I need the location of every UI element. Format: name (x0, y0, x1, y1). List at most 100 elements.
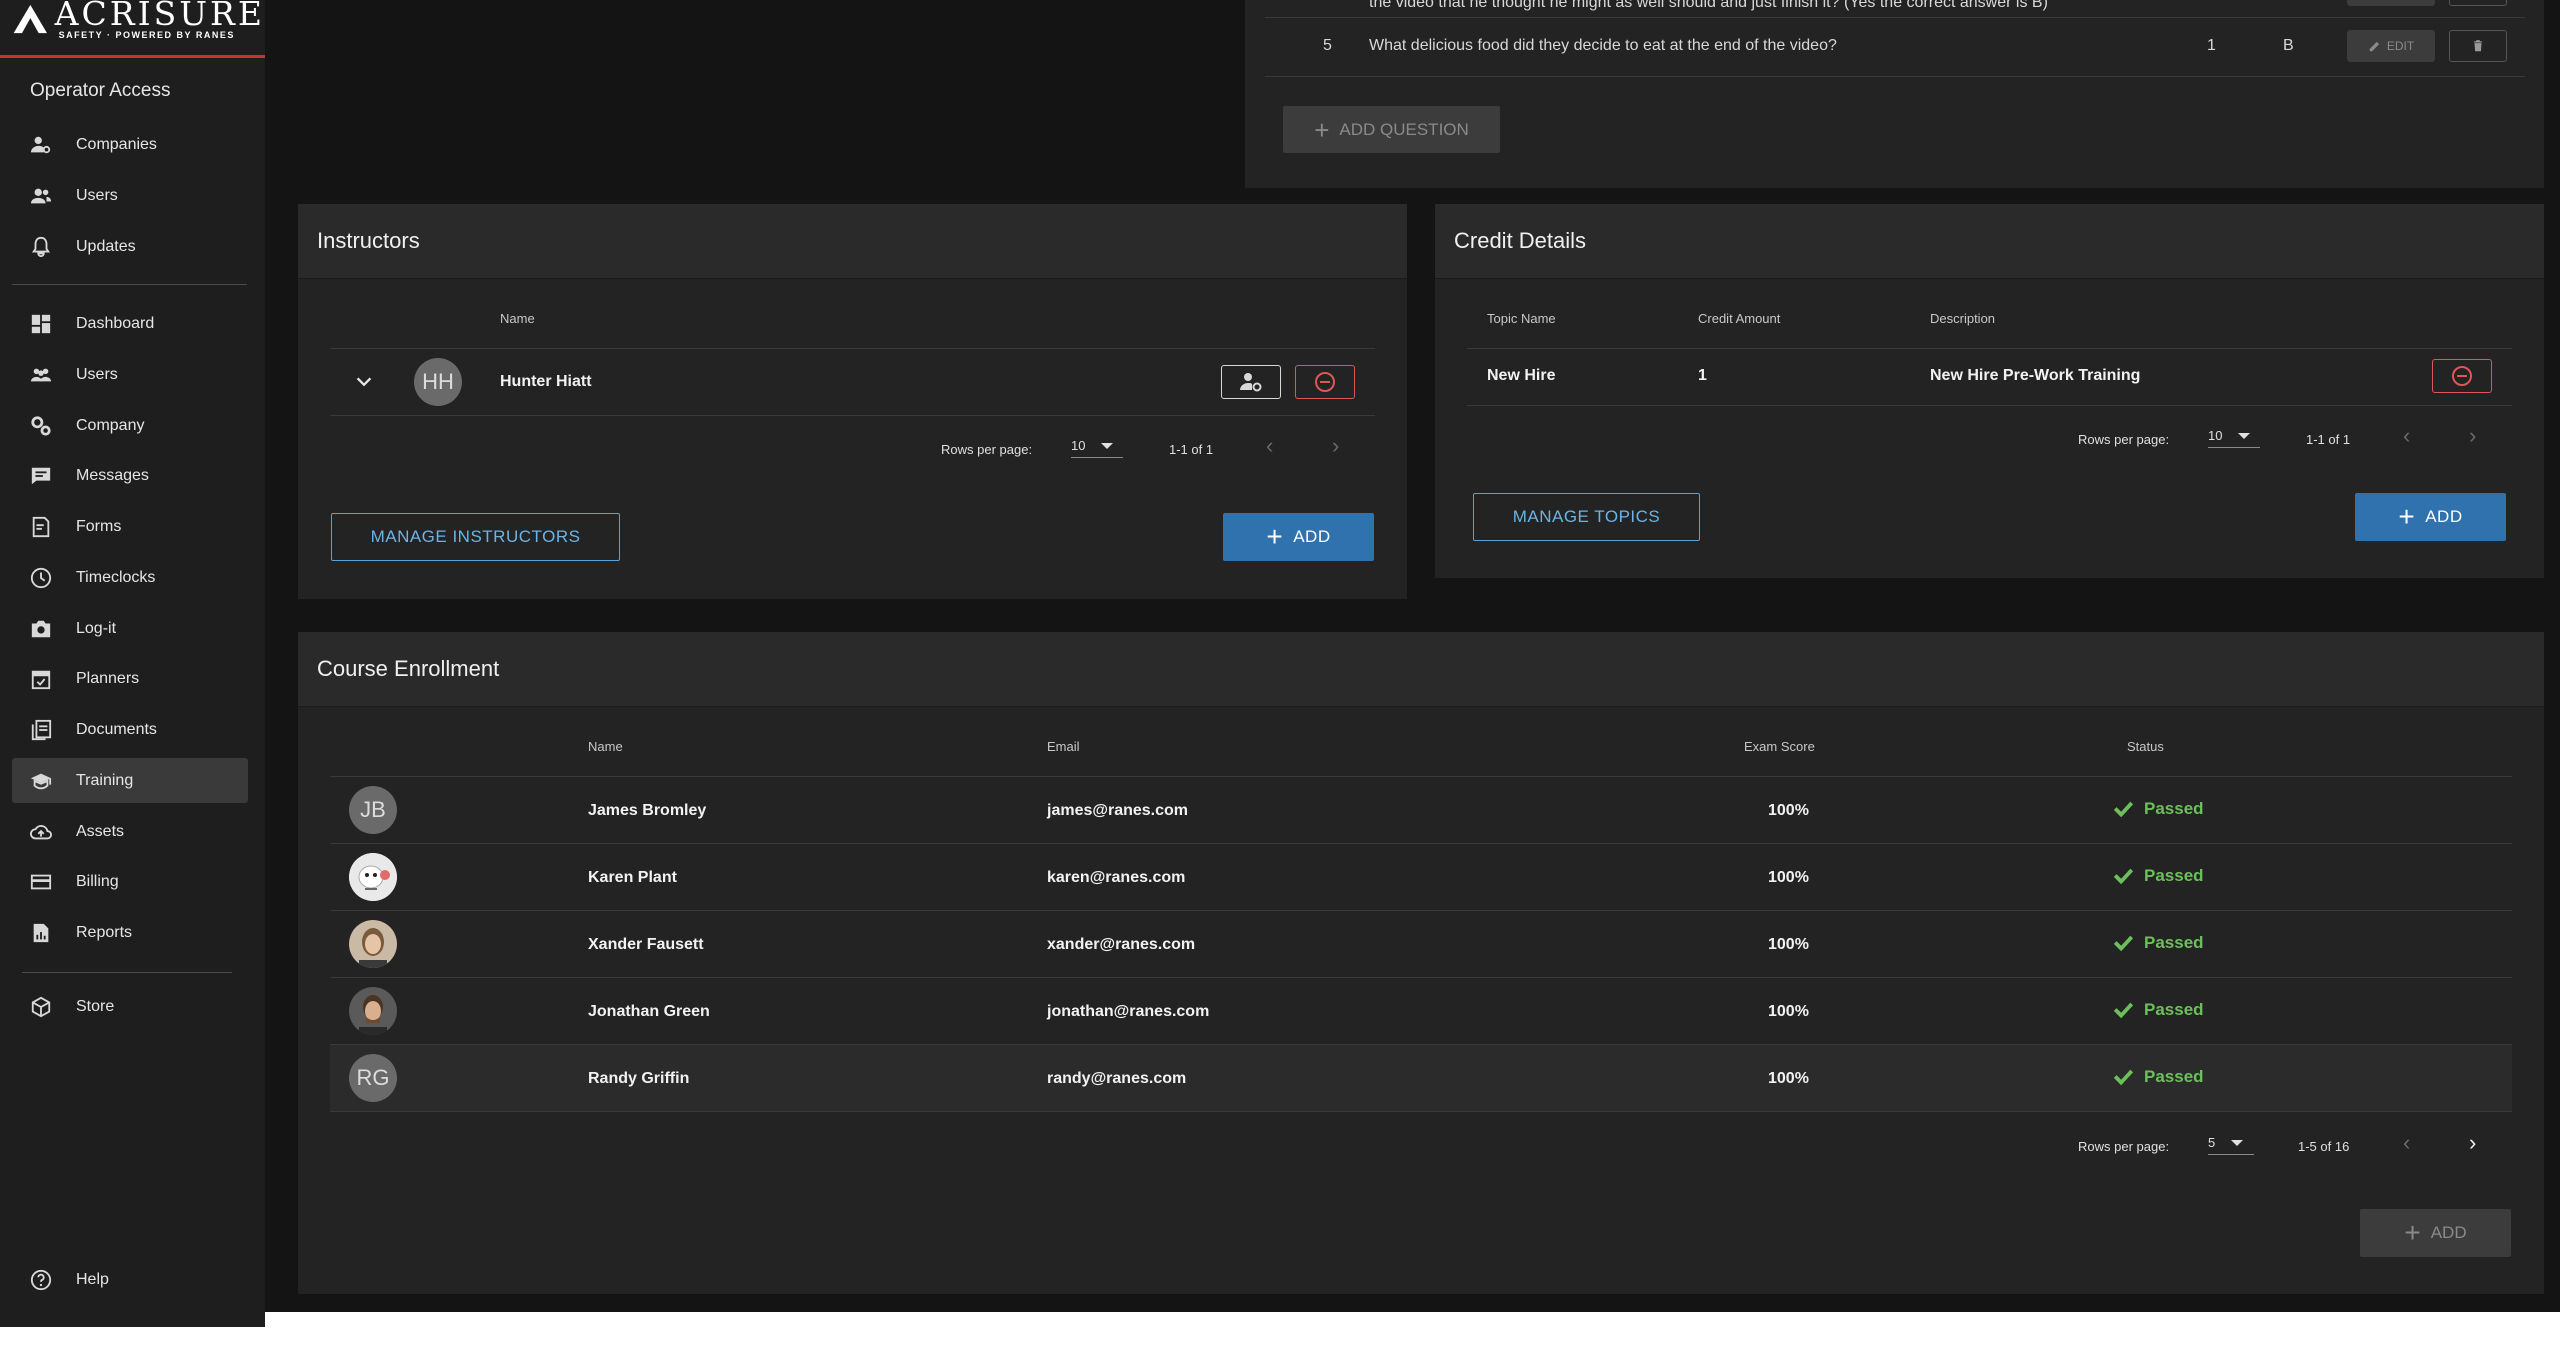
rows-per-page-select[interactable]: 5 (2208, 1131, 2254, 1155)
rows-per-page-label: Rows per page: (2078, 1139, 2170, 1154)
status-text: Passed (2144, 866, 2204, 885)
student-email: james@ranes.com (1047, 802, 1189, 819)
sidebar-item-label: Timeclocks (76, 568, 156, 586)
sidebar-item-help[interactable]: Help (0, 1254, 109, 1305)
next-page-icon[interactable]: › (2469, 1130, 2476, 1156)
rows-per-page-label: Rows per page: (2078, 432, 2170, 447)
credit-details-header: Credit Details (1435, 204, 2544, 279)
avatar-photo (349, 920, 397, 968)
question-number: 5 (1323, 37, 1332, 54)
course-enrollment-header: Course Enrollment (298, 632, 2544, 707)
sidebar-item-planners[interactable]: Planners (0, 654, 265, 705)
add-question-button[interactable]: + ADD QUESTION (1283, 106, 1500, 153)
row-divider (1265, 76, 2525, 77)
pencil-icon (2369, 41, 2379, 52)
avatar: JB (349, 786, 397, 834)
sidebar-item-log-it[interactable]: Log-it (0, 603, 265, 654)
credit-card-icon (30, 874, 52, 890)
sidebar-item-operator-users[interactable]: Users (0, 171, 265, 222)
caret-down-icon (2238, 432, 2251, 439)
page-bottom-edge (265, 1312, 2560, 1348)
sidebar-item-updates[interactable]: Updates (0, 221, 265, 272)
manage-instructors-button[interactable]: MANAGE INSTRUCTORS (331, 513, 620, 561)
brand-logo[interactable]: ACRISURE SAFETY · POWERED BY RANES (0, 0, 265, 58)
row-divider (330, 910, 2512, 911)
sidebar-item-forms[interactable]: Forms (0, 502, 265, 553)
remove-instructor-button[interactable] (1295, 365, 1355, 399)
sidebar-item-documents[interactable]: Documents (0, 705, 265, 756)
card-title: Instructors (317, 228, 420, 253)
avatar: RG (349, 1054, 397, 1102)
credit-amount: 1 (1698, 367, 1707, 384)
sidebar-item-messages[interactable]: Messages (0, 451, 265, 502)
sidebar-item-company[interactable]: Company (0, 400, 265, 451)
check-icon (2113, 868, 2134, 885)
sidebar-item-timeclocks[interactable]: Timeclocks (0, 553, 265, 604)
status-badge: Passed (2112, 865, 2204, 887)
next-page-icon[interactable]: › (2469, 423, 2476, 449)
rows-per-page-select[interactable]: 10 (2208, 424, 2260, 448)
course-enrollment-card: Course Enrollment Name Email Exam Score … (298, 632, 2544, 1294)
student-name: Karen Plant (588, 869, 677, 886)
chevron-down-icon[interactable] (353, 371, 375, 393)
sidebar-item-companies[interactable]: Companies (0, 120, 265, 171)
student-email: xander@ranes.com (1047, 936, 1196, 953)
calendar-icon (31, 670, 51, 690)
minus-circle-icon (2452, 366, 2472, 386)
sidebar-item-users[interactable]: Users (0, 350, 265, 401)
add-label: ADD (1293, 527, 1331, 546)
status-text: Passed (2144, 933, 2204, 952)
student-email: randy@ranes.com (1047, 1070, 1187, 1087)
sidebar-item-label: Log-it (76, 619, 117, 637)
rows-per-page-value: 10 (1071, 438, 1086, 453)
users-icon (30, 368, 52, 382)
add-enrollment-button[interactable]: + ADD (2360, 1209, 2511, 1257)
check-icon (2113, 1069, 2134, 1086)
page-range: 1-5 of 16 (2298, 1139, 2350, 1154)
sidebar-item-label: Messages (76, 467, 149, 485)
trash-icon (2473, 40, 2483, 52)
page-range: 1-1 of 1 (1169, 442, 1214, 457)
delete-question-button[interactable] (2449, 30, 2507, 62)
page-bottom-edge-left (0, 1327, 265, 1348)
graduation-cap-icon (30, 773, 52, 790)
sidebar-item-label: Users (76, 187, 118, 205)
student-name: Xander Fausett (588, 936, 704, 953)
sidebar-item-reports[interactable]: Reports (0, 908, 265, 959)
plus-icon: + (2398, 501, 2416, 532)
help-icon (30, 1269, 52, 1290)
col-name: Name (500, 311, 535, 326)
sidebar-item-training[interactable]: Training (12, 758, 248, 804)
prev-page-icon[interactable]: ‹ (1266, 433, 1273, 459)
add-credit-button[interactable]: + ADD (2355, 493, 2506, 541)
questions-card: the video that he thought he might as we… (1245, 0, 2544, 188)
sidebar-item-assets[interactable]: Assets (0, 806, 265, 857)
status-text: Passed (2144, 799, 2204, 818)
col-topic-name: Topic Name (1487, 311, 1556, 326)
sidebar-divider (22, 972, 232, 974)
edit-question-button[interactable]: EDIT (2347, 30, 2435, 62)
manage-topics-button[interactable]: MANAGE TOPICS (1473, 493, 1700, 541)
check-icon (2113, 935, 2134, 952)
prev-page-icon[interactable]: ‹ (2403, 423, 2410, 449)
remove-credit-button[interactable] (2432, 359, 2492, 393)
sidebar-item-dashboard[interactable]: Dashboard (0, 299, 265, 350)
exam-score: 100% (1768, 869, 1809, 886)
instructor-settings-button[interactable] (1221, 365, 1281, 399)
sidebar-item-billing[interactable]: Billing (0, 857, 265, 908)
row-divider (1265, 17, 2525, 18)
cloud-icon (30, 824, 52, 839)
add-instructor-button[interactable]: + ADD (1223, 513, 1374, 561)
bell-icon (31, 236, 51, 257)
status-badge: Passed (2112, 798, 2204, 820)
rows-per-page-select[interactable]: 10 (1071, 434, 1123, 458)
sidebar-item-label: Company (76, 416, 145, 434)
sidebar-item-store[interactable]: Store (0, 981, 265, 1032)
store-icon (31, 996, 51, 1017)
form-icon (32, 517, 50, 538)
prev-page-icon[interactable]: ‹ (2403, 1130, 2410, 1156)
row-divider (330, 977, 2512, 978)
next-page-icon[interactable]: › (1332, 433, 1339, 459)
credit-details-card: Credit Details Topic Name Credit Amount … (1435, 204, 2544, 578)
brand-name: ACRISURE (54, 0, 265, 33)
